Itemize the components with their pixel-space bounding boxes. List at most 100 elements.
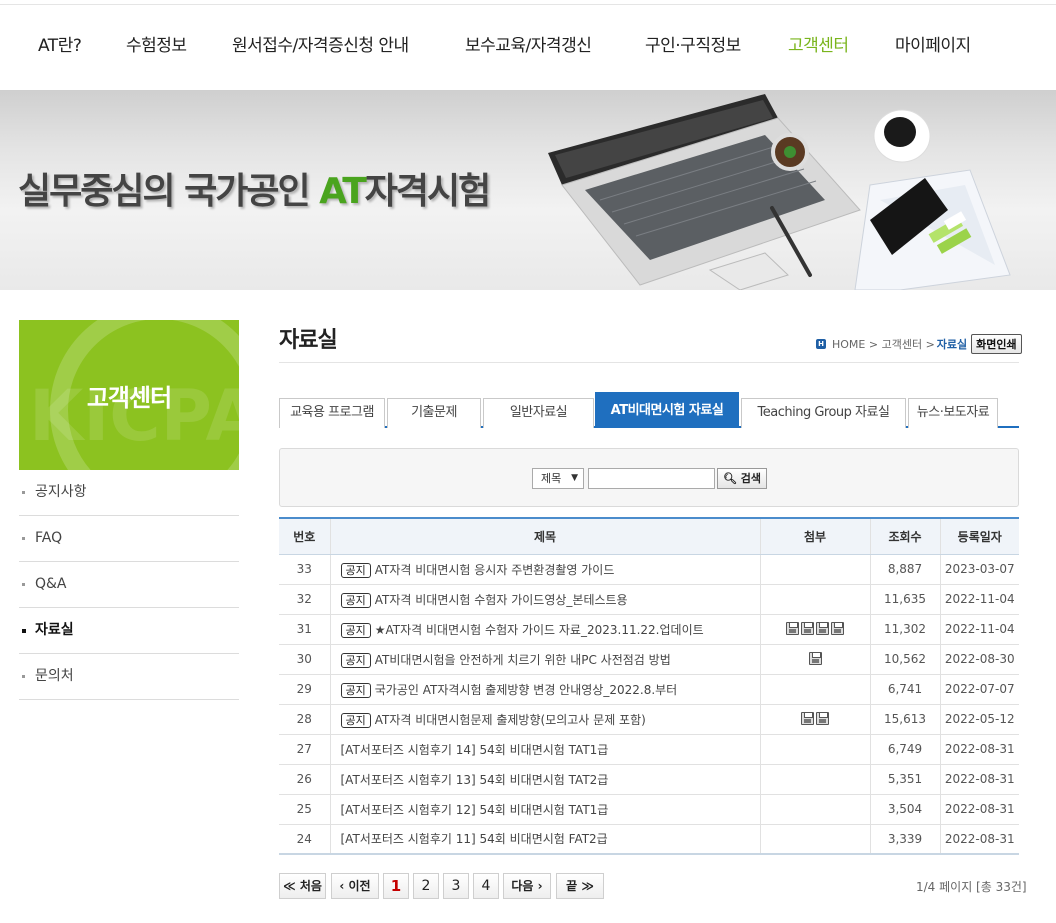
nav-jobs[interactable]: 구인·구직정보 — [645, 31, 741, 56]
page-number[interactable]: 2 — [413, 873, 439, 899]
row-views: 6,749 — [869, 734, 940, 765]
row-title-link[interactable]: AT자격 비대면시험문제 출제방향(모의고사 문제 포함) — [375, 713, 646, 727]
tab-online-exam-archive[interactable]: AT비대면시험 자료실 — [595, 392, 739, 428]
page-prev-button[interactable]: ‹ 이전 — [331, 873, 379, 899]
notice-badge: 공지 — [340, 592, 371, 608]
breadcrumb: H HOME > 고객센터 > 자료실 화면인쇄 — [816, 334, 1022, 354]
row-views: 15,613 — [869, 704, 940, 735]
sidebar-item-contact[interactable]: 문의처 — [19, 654, 239, 700]
page-next-button[interactable]: 다음 › — [503, 873, 551, 899]
row-subject[interactable]: [AT서포터즈 시험후기 12] 54회 비대면시험 TAT1급 — [329, 794, 760, 825]
tab-news[interactable]: 뉴스·보도자료 — [908, 398, 998, 428]
row-title-link[interactable]: ★AT자격 비대면시험 수험자 가이드 자료_2023.11.22.업데이트 — [375, 623, 704, 637]
breadcrumb-sep: > — [868, 337, 879, 351]
table-row[interactable]: 30 공지 AT비대면시험을 안전하게 치르기 위한 내PC 사전점검 방법 10,5… — [279, 644, 1019, 675]
row-title-link[interactable]: 국가공인 AT자격시험 출제방향 변경 안내영상_2022.8.부터 — [375, 683, 677, 697]
row-number: 32 — [279, 584, 330, 615]
nav-at-intro[interactable]: AT란? — [38, 31, 82, 56]
table-row[interactable]: 29 공지 국가공인 AT자격시험 출제방향 변경 안내영상_2022.8.부터 6,… — [279, 674, 1019, 705]
row-subject[interactable]: [AT서포터즈 시험후기 14] 54회 비대면시험 TAT1급 — [329, 734, 760, 765]
tab-general-archive[interactable]: 일반자료실 — [483, 398, 594, 428]
row-attachment — [759, 614, 870, 645]
row-date: 2022-08-30 — [939, 644, 1019, 675]
row-attachment — [759, 674, 870, 705]
row-title-link[interactable]: [AT서포터즈 시험후기 11] 54회 비대면시험 FAT2급 — [341, 832, 608, 846]
notice-badge: 공지 — [340, 712, 371, 728]
page-last-button[interactable]: 끝 ≫ — [556, 873, 604, 899]
table-row[interactable]: 24 [AT서포터즈 시험후기 11] 54회 비대면시험 FAT2급 3,339 2… — [279, 824, 1019, 855]
breadcrumb-level1[interactable]: 고객센터 — [882, 336, 922, 352]
floppy-disk-icon[interactable] — [816, 712, 829, 725]
row-title-link[interactable]: AT자격 비대면시험 수험자 가이드영상_본테스트용 — [375, 593, 628, 607]
sidebar-title: 고객센터 — [86, 384, 172, 412]
search-input[interactable] — [588, 468, 715, 489]
table-row[interactable]: 31 공지 ★AT자격 비대면시험 수험자 가이드 자료_2023.11.22.업데… — [279, 614, 1019, 645]
row-date: 2022-08-31 — [939, 794, 1019, 825]
row-views: 11,302 — [869, 614, 940, 645]
row-title-link[interactable]: [AT서포터즈 시험후기 12] 54회 비대면시험 TAT1급 — [341, 803, 609, 817]
table-row[interactable]: 27 [AT서포터즈 시험후기 14] 54회 비대면시험 TAT1급 6,749 2… — [279, 734, 1019, 765]
row-number: 25 — [279, 794, 330, 825]
sidebar-item-faq[interactable]: FAQ — [19, 516, 239, 562]
print-button[interactable]: 화면인쇄 — [971, 334, 1022, 354]
nav-continuing-education[interactable]: 보수교육/자격갱신 — [465, 31, 592, 56]
sidebar-item-notice[interactable]: 공지사항 — [19, 470, 239, 516]
search-button[interactable]: 🔍︎ 검색 — [717, 468, 767, 489]
floppy-disk-icon[interactable] — [801, 712, 814, 725]
search-icon: 🔍︎ — [722, 472, 737, 485]
row-date: 2022-11-04 — [939, 584, 1019, 615]
nav-customer-center[interactable]: 고객센터 — [788, 31, 849, 56]
col-subject: 제목 — [329, 517, 760, 555]
row-title-link[interactable]: AT비대면시험을 안전하게 치르기 위한 내PC 사전점검 방법 — [375, 653, 671, 667]
banner-title: 실무중심의 국가공인 AT자격시험 — [18, 162, 491, 214]
floppy-disk-icon[interactable] — [786, 622, 799, 635]
row-subject[interactable]: 공지 AT비대면시험을 안전하게 치르기 위한 내PC 사전점검 방법 — [329, 644, 760, 675]
breadcrumb-home[interactable]: HOME — [832, 338, 865, 351]
sidebar-item-qna[interactable]: Q&A — [19, 562, 239, 608]
row-attachment — [759, 734, 870, 765]
floppy-disk-icon[interactable] — [808, 652, 822, 665]
page-number[interactable]: 3 — [443, 873, 469, 899]
row-date: 2022-11-04 — [939, 614, 1019, 645]
search-box: 제목 ▼ 🔍︎ 검색 — [279, 448, 1019, 507]
row-title-link[interactable]: AT자격 비대면시험 응시자 주변환경촬영 가이드 — [375, 563, 615, 577]
table-row[interactable]: 26 [AT서포터즈 시험후기 13] 54회 비대면시험 TAT2급 5,351 2… — [279, 764, 1019, 795]
nav-exam-info[interactable]: 수험정보 — [126, 31, 187, 56]
floppy-disk-icon[interactable] — [831, 622, 844, 635]
banner-title-highlight: AT — [319, 171, 367, 212]
tab-teaching-group[interactable]: Teaching Group 자료실 — [741, 398, 906, 428]
row-title-link[interactable]: [AT서포터즈 시험후기 14] 54회 비대면시험 TAT1급 — [341, 743, 609, 757]
nav-mypage[interactable]: 마이페이지 — [895, 31, 971, 56]
col-attachment: 첨부 — [759, 517, 870, 555]
floppy-disk-icon[interactable] — [816, 622, 829, 635]
row-subject[interactable]: 공지 AT자격 비대면시험 응시자 주변환경촬영 가이드 — [329, 554, 760, 585]
banner-title-pre: 실무중심의 국가공인 — [18, 171, 320, 212]
row-title-link[interactable]: [AT서포터즈 시험후기 13] 54회 비대면시험 TAT2급 — [341, 773, 609, 787]
table-row[interactable]: 32 공지 AT자격 비대면시험 수험자 가이드영상_본테스트용 11,635 2022… — [279, 584, 1019, 615]
table-row[interactable]: 28 공지 AT자격 비대면시험문제 출제방향(모의고사 문제 포함) 15,613 2… — [279, 704, 1019, 735]
page-number[interactable]: 1 — [383, 873, 409, 899]
table-row[interactable]: 25 [AT서포터즈 시험후기 12] 54회 비대면시험 TAT1급 3,504 2… — [279, 794, 1019, 825]
floppy-disk-icon[interactable] — [801, 622, 814, 635]
page-number[interactable]: 4 — [473, 873, 499, 899]
notice-badge: 공지 — [340, 652, 371, 668]
row-number: 24 — [279, 824, 330, 855]
sidebar-item-archive[interactable]: 자료실 — [19, 608, 239, 654]
row-attachment — [759, 554, 870, 585]
row-subject[interactable]: 공지 AT자격 비대면시험 수험자 가이드영상_본테스트용 — [329, 584, 760, 615]
row-subject[interactable]: 공지 AT자격 비대면시험문제 출제방향(모의고사 문제 포함) — [329, 704, 760, 735]
row-views: 3,339 — [869, 824, 940, 855]
row-subject[interactable]: [AT서포터즈 시험후기 11] 54회 비대면시험 FAT2급 — [329, 824, 760, 855]
breadcrumb-sep: > — [925, 337, 935, 351]
page-first-button[interactable]: ≪ 처음 — [279, 873, 326, 899]
search-field-select[interactable]: 제목 ▼ — [532, 468, 584, 489]
row-subject[interactable]: [AT서포터즈 시험후기 13] 54회 비대면시험 TAT2급 — [329, 764, 760, 795]
archive-table: 번호 제목 첨부 조회수 등록일자 33 공지 AT자격 비대면시험 응시자 주변환… — [279, 517, 1019, 855]
nav-application[interactable]: 원서접수/자격증신청 안내 — [232, 31, 409, 56]
table-row[interactable]: 33 공지 AT자격 비대면시험 응시자 주변환경촬영 가이드 8,887 2023-0… — [279, 554, 1019, 585]
row-subject[interactable]: 공지 ★AT자격 비대면시험 수험자 가이드 자료_2023.11.22.업데이트 — [329, 614, 760, 645]
tab-edu-program[interactable]: 교육용 프로그램 — [279, 398, 385, 428]
tab-past-exams[interactable]: 기출문제 — [387, 398, 481, 428]
row-date: 2022-08-31 — [939, 824, 1019, 855]
row-subject[interactable]: 공지 국가공인 AT자격시험 출제방향 변경 안내영상_2022.8.부터 — [329, 674, 760, 705]
